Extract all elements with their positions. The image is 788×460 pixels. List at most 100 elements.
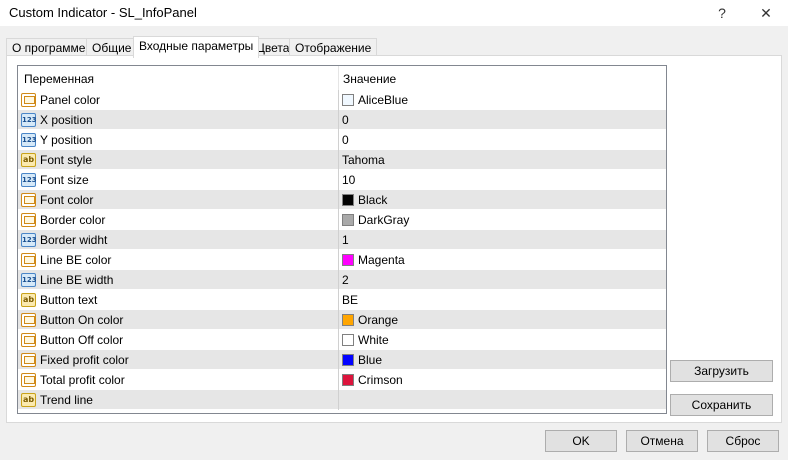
- parameter-value-text: Blue: [358, 353, 383, 367]
- parameter-value-text: Black: [358, 193, 388, 207]
- load-button[interactable]: Загрузить: [670, 360, 773, 382]
- parameter-value-text: 1: [342, 233, 349, 247]
- cell-divider: [338, 350, 339, 370]
- parameter-name: Border color: [40, 213, 106, 227]
- column-header-variable[interactable]: Переменная: [24, 72, 94, 86]
- color-type-icon: [21, 193, 36, 207]
- column-header-value[interactable]: Значение: [343, 72, 396, 86]
- parameter-name: Button text: [40, 293, 98, 307]
- parameter-value[interactable]: 10: [342, 173, 355, 187]
- parameter-value-text: Orange: [358, 313, 399, 327]
- parameter-row[interactable]: 123 Line BE width 2: [18, 270, 666, 290]
- tab-panel: Переменная Значение Panel color AliceBlue…: [6, 55, 782, 423]
- string-type-icon: ab: [21, 393, 36, 407]
- parameter-name: X position: [40, 113, 93, 127]
- color-swatch: [342, 354, 354, 366]
- parameter-name: Line BE width: [40, 273, 114, 287]
- parameter-name: Panel color: [40, 93, 101, 107]
- close-icon: ✕: [760, 4, 772, 21]
- cell-divider: [338, 130, 339, 150]
- color-type-icon: [21, 93, 36, 107]
- cell-divider: [338, 150, 339, 170]
- parameter-value[interactable]: 1: [342, 233, 349, 247]
- parameter-value[interactable]: Black: [342, 193, 387, 207]
- parameter-name: Trend line: [40, 393, 93, 407]
- parameter-value[interactable]: 2: [342, 273, 349, 287]
- parameter-value-text: Magenta: [358, 253, 405, 267]
- color-type-icon: [21, 313, 36, 327]
- parameter-value-text: 10: [342, 173, 356, 187]
- parameter-value-text: BE: [342, 293, 359, 307]
- cell-divider: [338, 390, 339, 410]
- cell-divider: [338, 250, 339, 270]
- cell-divider: [338, 270, 339, 290]
- parameters-grid[interactable]: Переменная Значение Panel color AliceBlue…: [17, 65, 667, 414]
- grid-header: Переменная Значение: [18, 66, 666, 90]
- parameter-value[interactable]: Blue: [342, 353, 382, 367]
- parameter-row[interactable]: Font color Black: [18, 190, 666, 210]
- cell-divider: [338, 110, 339, 130]
- window-title: Custom Indicator - SL_InfoPanel: [9, 5, 197, 20]
- parameter-row[interactable]: Total profit color Crimson: [18, 370, 666, 390]
- cell-divider: [338, 330, 339, 350]
- parameter-value[interactable]: DarkGray: [342, 213, 409, 227]
- column-divider[interactable]: [338, 66, 339, 90]
- parameter-name: Font size: [40, 173, 89, 187]
- parameter-name: Y position: [40, 133, 93, 147]
- parameter-row[interactable]: ab Button text BE: [18, 290, 666, 310]
- parameter-value[interactable]: 0: [342, 133, 349, 147]
- color-swatch: [342, 194, 354, 206]
- parameter-name: Font style: [40, 153, 93, 167]
- parameter-value[interactable]: AliceBlue: [342, 93, 408, 107]
- string-type-icon: ab: [21, 293, 36, 307]
- parameter-value[interactable]: Tahoma: [342, 153, 385, 167]
- parameter-value[interactable]: White: [342, 333, 389, 347]
- color-swatch: [342, 314, 354, 326]
- parameter-value[interactable]: Magenta: [342, 253, 405, 267]
- parameter-row[interactable]: ab Font style Tahoma: [18, 150, 666, 170]
- parameter-row[interactable]: Fixed profit color Blue: [18, 350, 666, 370]
- tab-inputs[interactable]: Входные параметры: [133, 36, 260, 58]
- color-type-icon: [21, 353, 36, 367]
- ok-button[interactable]: OK: [545, 430, 617, 452]
- parameter-row[interactable]: Border color DarkGray: [18, 210, 666, 230]
- parameter-row[interactable]: ab Trend line: [18, 390, 666, 410]
- cell-divider: [338, 310, 339, 330]
- parameter-value-text: Tahoma: [342, 153, 385, 167]
- cancel-button[interactable]: Отмена: [626, 430, 698, 452]
- parameter-row[interactable]: Panel color AliceBlue: [18, 90, 666, 110]
- color-swatch: [342, 214, 354, 226]
- color-swatch: [342, 334, 354, 346]
- color-swatch: [342, 254, 354, 266]
- parameter-value[interactable]: 0: [342, 113, 349, 127]
- parameter-row[interactable]: Line BE color Magenta: [18, 250, 666, 270]
- save-button[interactable]: Сохранить: [670, 394, 773, 416]
- parameter-name: Button Off color: [40, 333, 124, 347]
- parameter-row[interactable]: 123 Font size 10: [18, 170, 666, 190]
- cell-divider: [338, 90, 339, 110]
- color-type-icon: [21, 213, 36, 227]
- parameter-row[interactable]: 123 X position 0: [18, 110, 666, 130]
- help-icon: ?: [718, 5, 726, 21]
- color-type-icon: [21, 333, 36, 347]
- parameter-row[interactable]: 123 Y position 0: [18, 130, 666, 150]
- parameter-name: Total profit color: [40, 373, 125, 387]
- parameter-row[interactable]: Button On color Orange: [18, 310, 666, 330]
- integer-type-icon: 123: [21, 273, 37, 287]
- parameter-value-text: DarkGray: [358, 213, 410, 227]
- cell-divider: [338, 290, 339, 310]
- parameter-value[interactable]: Orange: [342, 313, 398, 327]
- parameter-row[interactable]: 123 Border widht 1: [18, 230, 666, 250]
- reset-button[interactable]: Сброс: [707, 430, 779, 452]
- close-button[interactable]: ✕: [746, 0, 786, 26]
- parameter-value-text: AliceBlue: [358, 93, 409, 107]
- cell-divider: [338, 230, 339, 250]
- parameter-value[interactable]: BE: [342, 293, 358, 307]
- parameter-value-text: 2: [342, 273, 349, 287]
- integer-type-icon: 123: [21, 113, 37, 127]
- parameter-value-text: White: [358, 333, 389, 347]
- help-button[interactable]: ?: [702, 0, 742, 26]
- parameter-value[interactable]: Crimson: [342, 373, 403, 387]
- parameter-value-text: Crimson: [358, 373, 403, 387]
- parameter-row[interactable]: Button Off color White: [18, 330, 666, 350]
